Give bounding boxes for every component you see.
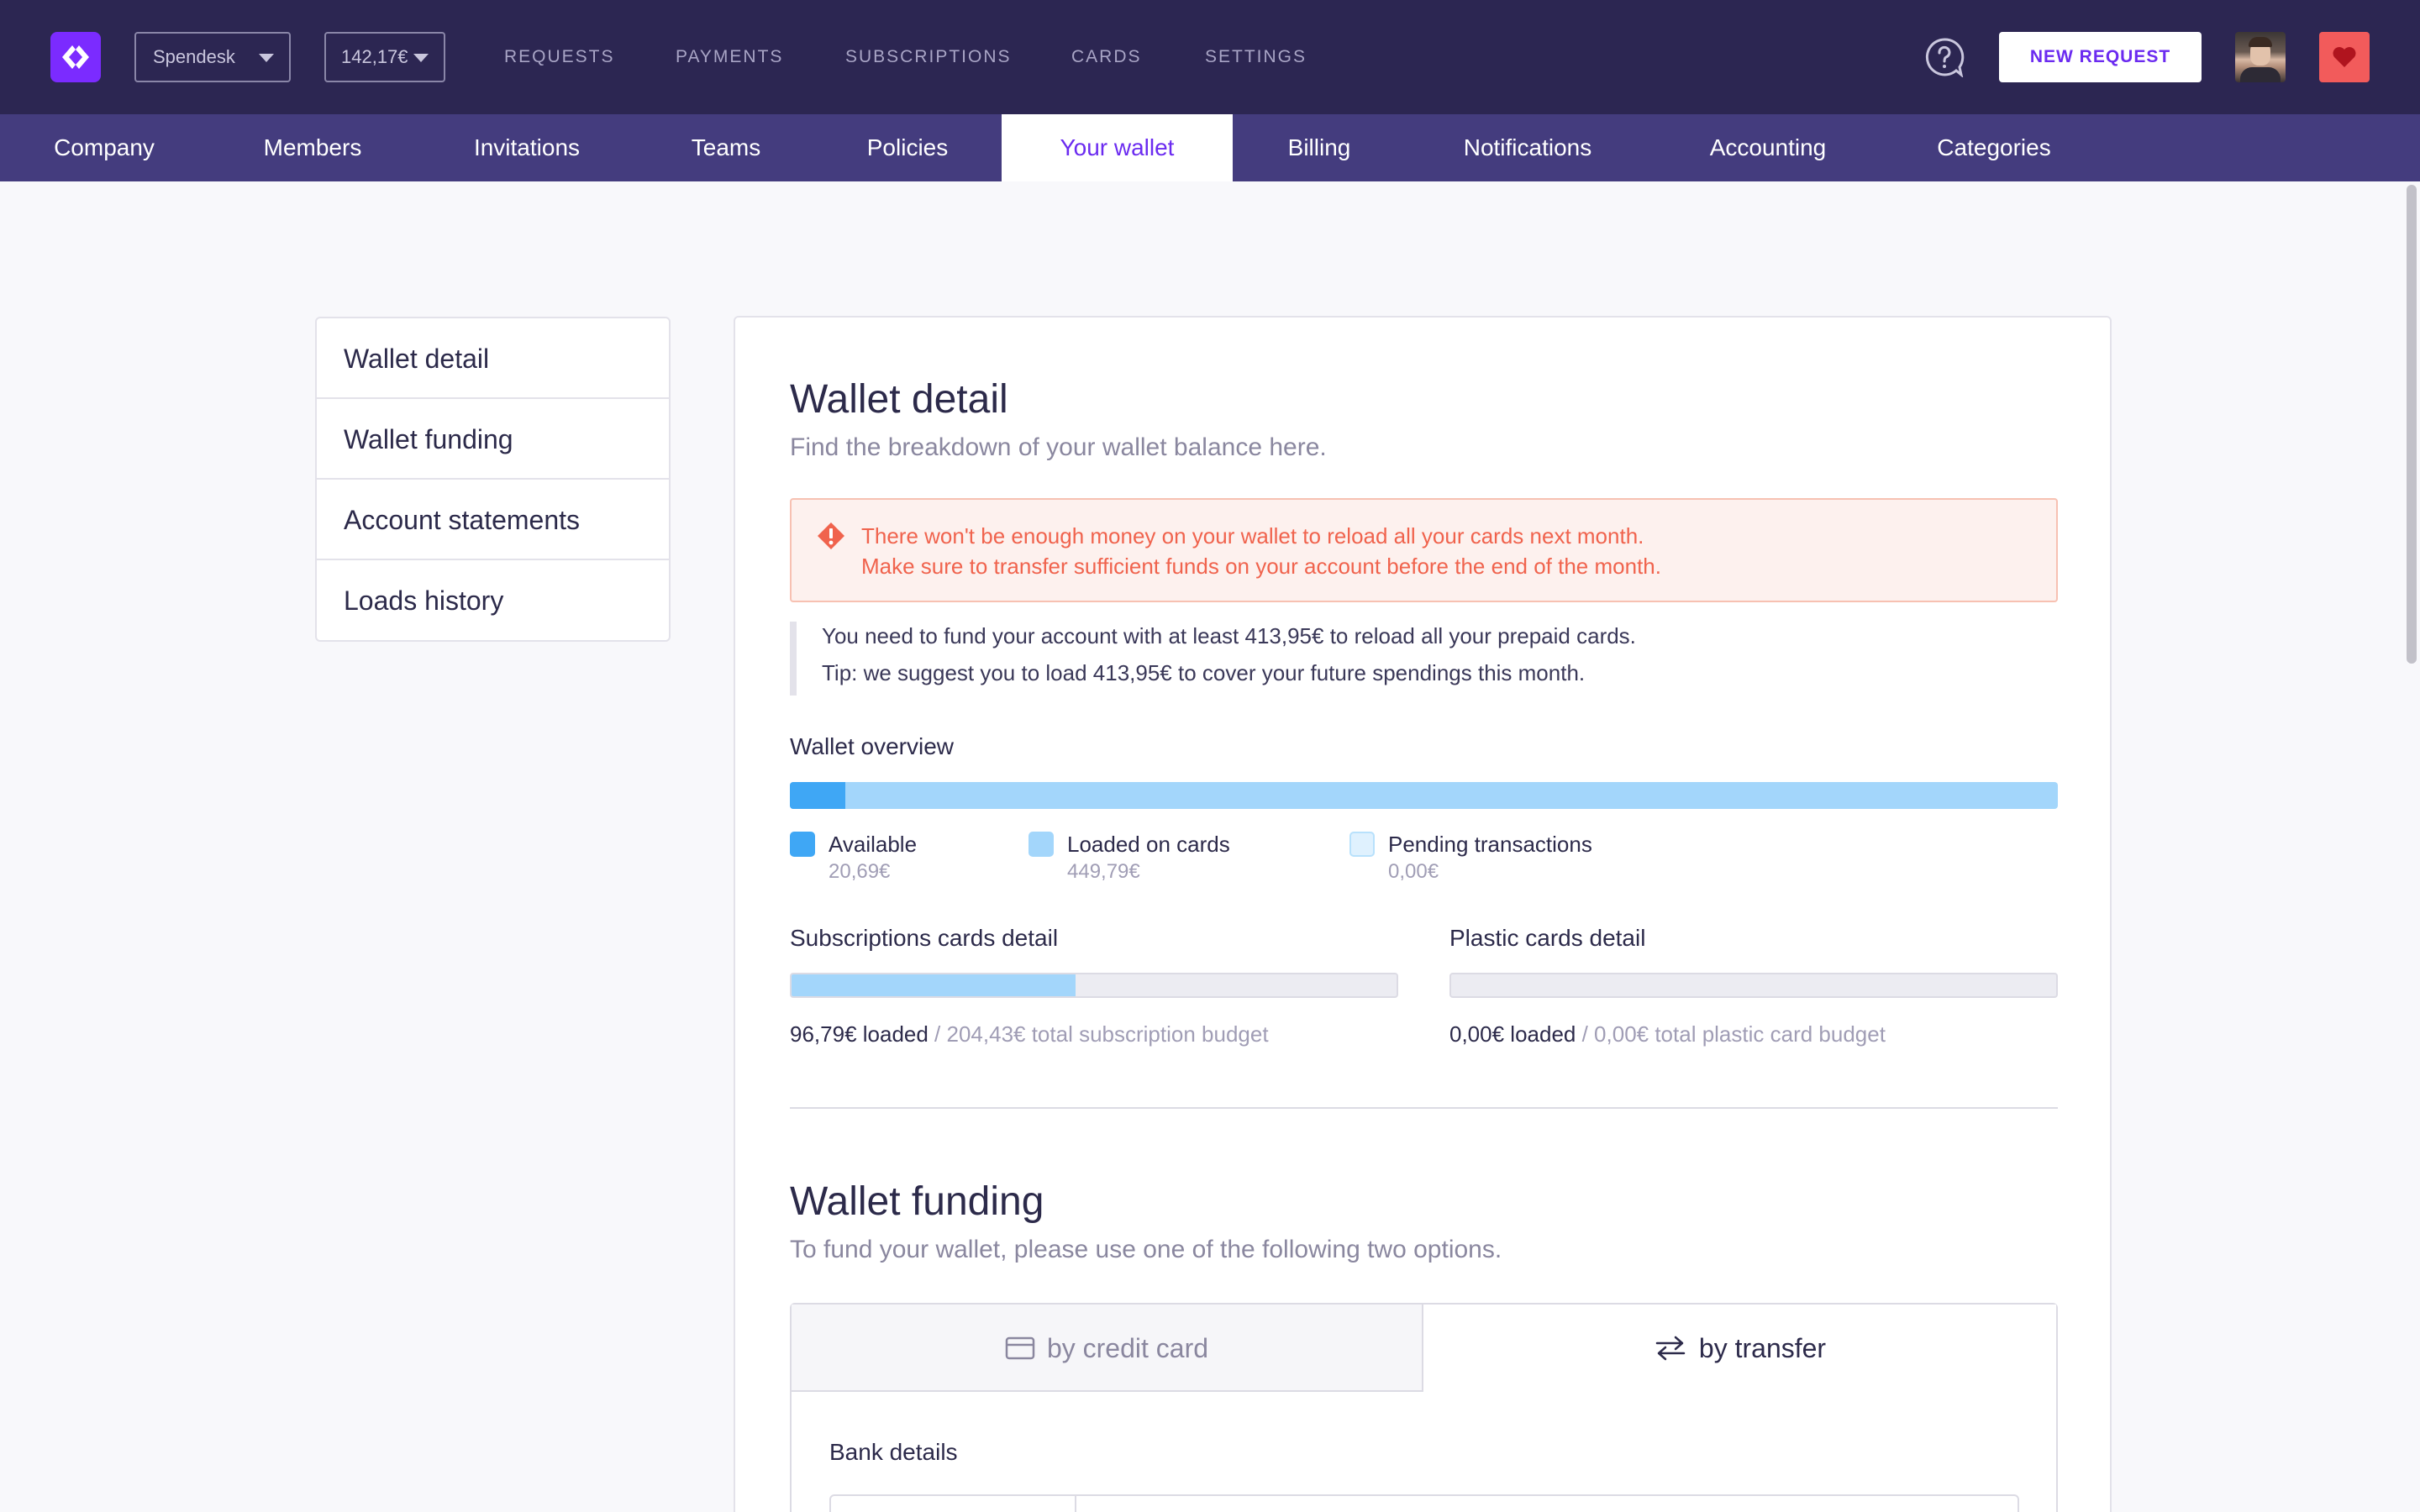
nav-requests[interactable]: REQUESTS <box>504 47 615 67</box>
tab-categories[interactable]: Categories <box>1919 114 2069 181</box>
info-line-1: You need to fund your account with at le… <box>822 623 1636 648</box>
side-item-loads-history[interactable]: Loads history <box>317 560 669 641</box>
legend-value-available: 20,69€ <box>829 860 891 883</box>
legend-swatch-loaded <box>1028 832 1054 857</box>
company-select[interactable]: Spendesk <box>134 32 291 82</box>
funding-warning-alert: There won't be enough money on your wall… <box>790 498 2058 602</box>
settings-subnav: Company Members Invitations Teams Polici… <box>0 114 2420 181</box>
funding-info-quote: You need to fund your account with at le… <box>790 622 2058 696</box>
legend-swatch-pending <box>1349 832 1375 857</box>
nav-subscriptions[interactable]: SUBSCRIPTIONS <box>845 47 1012 67</box>
page-scrollbar-thumb[interactable] <box>2407 185 2417 664</box>
tab-notifications[interactable]: Notifications <box>1439 114 1617 181</box>
bank-details-table <box>829 1494 2019 1512</box>
subscriptions-total: / 204,43€ total subscription budget <box>928 1021 1269 1047</box>
wallet-side-menu: Wallet detail Wallet funding Account sta… <box>315 317 671 642</box>
legend-label-loaded: Loaded on cards <box>1067 832 1230 857</box>
side-item-wallet-detail[interactable]: Wallet detail <box>317 318 669 399</box>
alert-line-1: There won't be enough money on your wall… <box>861 523 1644 549</box>
wallet-detail-title: Wallet detail <box>790 377 1008 422</box>
side-item-account-statements[interactable]: Account statements <box>317 480 669 560</box>
wallet-detail-subtitle: Find the breakdown of your wallet balanc… <box>790 433 1327 461</box>
wallet-funding-subtitle: To fund your wallet, please use one of t… <box>790 1236 1502 1263</box>
top-bar: Spendesk 142,17€ REQUESTS PAYMENTS SUBSC… <box>0 0 2420 114</box>
subscriptions-progress-fill <box>792 974 1076 996</box>
new-request-button[interactable]: NEW REQUEST <box>1999 32 2202 82</box>
tab-by-transfer-label: by transfer <box>1698 1333 1827 1363</box>
chevron-down-icon <box>259 54 274 62</box>
subscriptions-progress <box>790 973 1398 998</box>
legend-label-available: Available <box>829 832 918 857</box>
avatar[interactable] <box>2235 32 2286 82</box>
tab-your-wallet[interactable]: Your wallet <box>1002 114 1233 181</box>
balance-select[interactable]: 142,17€ <box>324 32 445 82</box>
wallet-overview-bar <box>790 782 2058 809</box>
nav-cards[interactable]: CARDS <box>1071 47 1142 67</box>
tab-invitations[interactable]: Invitations <box>450 114 603 181</box>
side-item-wallet-funding[interactable]: Wallet funding <box>317 399 669 480</box>
tab-company[interactable]: Company <box>34 114 175 181</box>
tab-by-transfer[interactable]: by transfer <box>1423 1305 2056 1392</box>
available-segment <box>790 782 846 809</box>
plastic-loaded: 0,00€ loaded <box>1449 1021 1576 1047</box>
plastic-progress <box>1449 973 2058 998</box>
tab-policies[interactable]: Policies <box>849 114 966 181</box>
credit-card-icon <box>1005 1336 1035 1359</box>
company-select-value: Spendesk <box>153 46 235 67</box>
tab-by-credit-card-label: by credit card <box>1046 1333 1209 1363</box>
plastic-detail-label: Plastic cards detail <box>1449 925 1646 951</box>
balance-value: 142,17€ <box>341 46 408 67</box>
chevron-down-icon <box>413 54 429 62</box>
warning-icon <box>817 522 845 554</box>
tab-members[interactable]: Members <box>244 114 381 181</box>
tab-billing[interactable]: Billing <box>1269 114 1370 181</box>
section-divider <box>790 1107 2058 1109</box>
plastic-loaded-text: 0,00€ loaded / 0,00€ total plastic card … <box>1449 1021 1886 1047</box>
wallet-card: Wallet detail Find the breakdown of your… <box>734 316 2112 1512</box>
transfer-arrows-icon <box>1655 1336 1686 1360</box>
legend-value-pending: 0,00€ <box>1388 860 1439 883</box>
plastic-total: / 0,00€ total plastic card budget <box>1576 1021 1886 1047</box>
subscriptions-loaded: 96,79€ loaded <box>790 1021 929 1047</box>
info-line-2: Tip: we suggest you to load 413,95€ to c… <box>822 660 1586 685</box>
tab-teams[interactable]: Teams <box>672 114 780 181</box>
funding-tabs: by credit card by transfer Bank details <box>790 1303 2058 1512</box>
tab-accounting[interactable]: Accounting <box>1686 114 1850 181</box>
wallet-funding-title: Wallet funding <box>790 1179 1044 1224</box>
subscriptions-loaded-text: 96,79€ loaded / 204,43€ total subscripti… <box>790 1021 1269 1047</box>
legend-value-loaded: 449,79€ <box>1067 860 1140 883</box>
wallet-overview-label: Wallet overview <box>790 733 955 759</box>
bank-details-label: Bank details <box>829 1439 958 1465</box>
help-chat-icon[interactable] <box>1924 37 1965 78</box>
tab-by-credit-card[interactable]: by credit card <box>792 1305 1423 1392</box>
spendesk-logo-icon[interactable] <box>50 32 101 82</box>
nav-settings[interactable]: SETTINGS <box>1205 47 1307 67</box>
nav-payments[interactable]: PAYMENTS <box>676 47 783 67</box>
heart-icon[interactable] <box>2319 32 2370 82</box>
alert-line-2: Make sure to transfer sufficient funds o… <box>861 554 1661 579</box>
subscriptions-detail-label: Subscriptions cards detail <box>790 925 1059 951</box>
legend-swatch-available <box>790 832 815 857</box>
legend-label-pending: Pending transactions <box>1388 832 1592 857</box>
